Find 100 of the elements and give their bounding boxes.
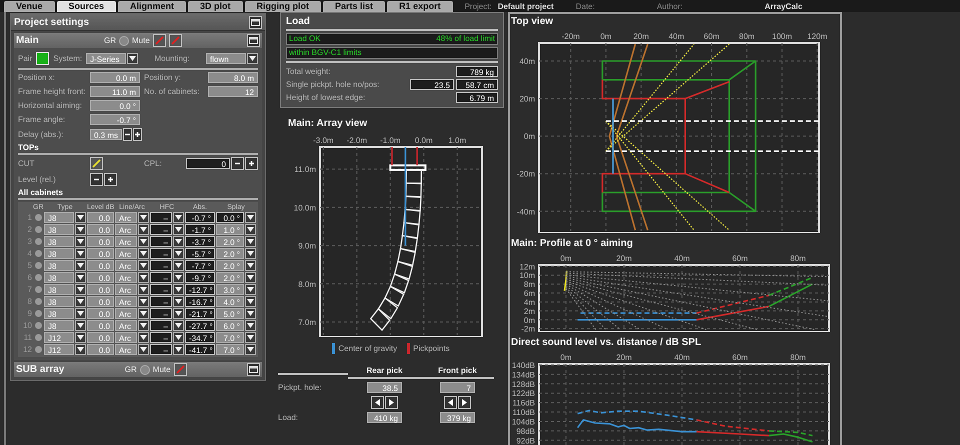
axis-tick-label: 20m <box>616 254 632 263</box>
readout-field: 58.7 cm <box>456 79 498 90</box>
section-title: SUB array <box>16 364 64 375</box>
field-label: Load: <box>278 413 300 422</box>
axis-tick-label: -40m <box>516 207 535 216</box>
legend-label: Center of gravity <box>338 344 398 353</box>
chart-title: Main: Array view <box>287 117 368 130</box>
axis-tick-label: -3.0m <box>313 136 334 145</box>
axis-tick-label: 100m <box>772 32 792 41</box>
field-label: Height of lowest edge: <box>286 93 366 102</box>
row-number: 1 <box>26 213 32 222</box>
axis-tick-label: 134dB <box>512 370 535 380</box>
section-subtitle: All cabinets <box>18 186 258 200</box>
field-label: Single pickpt. hole no/pos: <box>286 80 380 89</box>
axis-tick-label: 116dB <box>512 398 535 408</box>
axis-tick-label: 10.0m <box>294 203 316 212</box>
axis-tick-label: 11.0m <box>294 165 316 174</box>
axis-tick-label: 10m <box>519 271 535 280</box>
field-label: Pair <box>18 54 32 62</box>
gr-label: GR <box>124 365 137 374</box>
field-label: System: <box>53 54 82 62</box>
row-number: 9 <box>26 309 32 318</box>
axis-tick-label: 120m <box>807 32 828 41</box>
axis-tick-label: 80m <box>790 353 806 362</box>
field-label: Pickpt. hole: <box>278 383 323 392</box>
axis-tick-label: 1.0m <box>448 136 466 145</box>
axis-tick-label: -20m <box>562 32 580 41</box>
axis-tick-label: 12m <box>519 262 535 272</box>
row-number: 2 <box>26 225 32 234</box>
axis-tick-label: 0m <box>524 316 535 325</box>
row-number: 8 <box>26 297 32 306</box>
axis-tick-label: -2.0m <box>346 136 368 145</box>
axis-tick-label: 92dB <box>516 436 535 445</box>
axis-tick-label: 40m <box>668 32 684 41</box>
row-number: 5 <box>26 261 32 270</box>
row-number: 6 <box>26 273 32 282</box>
panel-title: Project settings <box>14 16 90 28</box>
row-number: 4 <box>26 249 32 258</box>
field-label: No. of cabinets: <box>144 87 201 96</box>
axis-tick-label: 110dB <box>512 408 535 418</box>
axis-tick-label: 0.0m <box>414 136 433 145</box>
axis-tick-label: 60m <box>732 254 748 263</box>
field-label: Mounting: <box>154 54 190 62</box>
row-number: 3 <box>26 237 32 246</box>
readout-field: 6.79 m <box>456 92 498 103</box>
axis-tick-label: 4m <box>524 298 535 307</box>
row-number: 11 <box>22 333 32 342</box>
readout-field: 23.5 <box>410 79 454 90</box>
axis-tick-label: 0m <box>560 254 572 263</box>
field-label: Position x: <box>18 73 56 82</box>
mute-label: Mute <box>132 36 150 45</box>
field-label: CUT <box>18 159 36 168</box>
axis-tick-label: 98dB <box>516 426 535 436</box>
status-text: within BGV-C1 limits <box>289 48 362 58</box>
field-label: Total weight: <box>286 67 330 76</box>
project-label: Project: <box>464 1 492 12</box>
axis-tick-label: 40m <box>674 353 690 362</box>
axis-tick-label: 140dB <box>512 360 535 370</box>
project-name: Default project <box>498 1 554 12</box>
axis-tick-label: 0m <box>524 132 535 142</box>
row-number: 12 <box>22 345 32 354</box>
axis-tick-label: 104dB <box>512 417 535 426</box>
axis-tick-label: 9.0m <box>298 242 316 251</box>
field-label: Level (rel.) <box>18 175 57 184</box>
chart-title: Top view <box>511 15 554 28</box>
column-header: Rear pick <box>348 366 421 379</box>
axis-tick-label: 80m <box>790 254 806 263</box>
axis-tick-label: 40m <box>519 57 535 66</box>
date-label: Date: <box>576 1 595 12</box>
axis-tick-label: 60m <box>704 32 720 41</box>
axis-tick-label: 128dB <box>512 380 535 389</box>
section-title: Main <box>16 35 39 46</box>
field-label: Delay (abs.): <box>18 130 64 139</box>
section-subtitle: TOPs <box>18 141 258 155</box>
chart-title: Direct sound level vs. distance / dB SPL <box>511 336 702 349</box>
row-number: 7 <box>26 285 32 294</box>
field-label: Frame angle: <box>18 115 66 124</box>
panel-title: Load <box>286 16 498 31</box>
column-header: Front pick <box>421 366 494 379</box>
legend-label: Pickpoints <box>413 344 450 353</box>
axis-tick-label: -1.0m <box>380 136 401 145</box>
axis-tick-label: 0m <box>600 32 612 41</box>
gr-label: GR <box>104 36 116 45</box>
axis-tick-label: 8.0m <box>298 280 316 289</box>
chart-title: Main: Profile at 0 ° aiming <box>511 237 634 250</box>
field-label: CPL: <box>144 159 163 168</box>
axis-tick-label: 122dB <box>512 389 535 398</box>
field-label: Position y: <box>144 73 182 82</box>
axis-tick-label: 0m <box>560 353 572 362</box>
readout-field: 789 kg <box>456 66 498 77</box>
readout-field: 379 kg <box>440 412 475 423</box>
status-text: 48% of load limit <box>436 34 495 44</box>
axis-tick-label: 80m <box>739 32 755 41</box>
author-label: Author: <box>656 1 683 12</box>
axis-tick-label: 7.0m <box>298 318 316 327</box>
field-label: Frame height front: <box>18 87 86 96</box>
mute-label: Mute <box>152 365 171 374</box>
row-number: 10 <box>22 321 32 330</box>
axis-tick-label: 20m <box>616 353 632 362</box>
axis-tick-label: 20m <box>519 94 535 104</box>
